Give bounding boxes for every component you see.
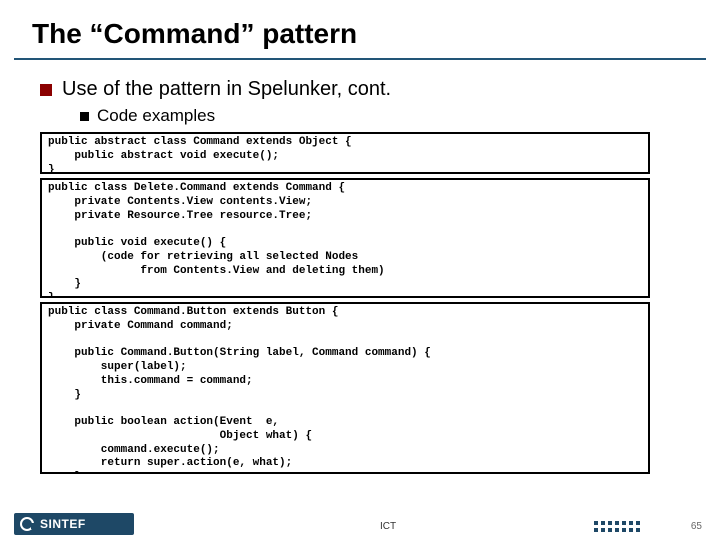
brand-badge: SINTEF: [14, 513, 134, 535]
bullet-level2: Code examples: [80, 106, 215, 126]
code-box-3: public class Command.Button extends Butt…: [40, 302, 650, 474]
title-underline: [14, 58, 706, 60]
brand-text: SINTEF: [40, 517, 86, 531]
slide: The “Command” pattern Use of the pattern…: [0, 0, 720, 540]
slide-title: The “Command” pattern: [32, 18, 357, 50]
footer: SINTEF ICT 65: [0, 510, 720, 540]
page-number: 65: [691, 521, 702, 532]
bullet-level1-text: Use of the pattern in Spelunker, cont.: [62, 78, 391, 101]
dept-label: ICT: [380, 521, 396, 532]
bullet-level2-text: Code examples: [97, 106, 215, 126]
bullet-square-icon: [80, 112, 89, 121]
brand-logo: SINTEF: [14, 514, 134, 534]
code-box-2: public class Delete.Command extends Comm…: [40, 178, 650, 298]
bullet-square-icon: [40, 84, 52, 96]
brand-circle-icon: [20, 517, 34, 531]
code-box-1: public abstract class Command extends Ob…: [40, 132, 650, 174]
dots-decoration: [594, 521, 640, 532]
bullet-level1: Use of the pattern in Spelunker, cont.: [40, 78, 391, 101]
